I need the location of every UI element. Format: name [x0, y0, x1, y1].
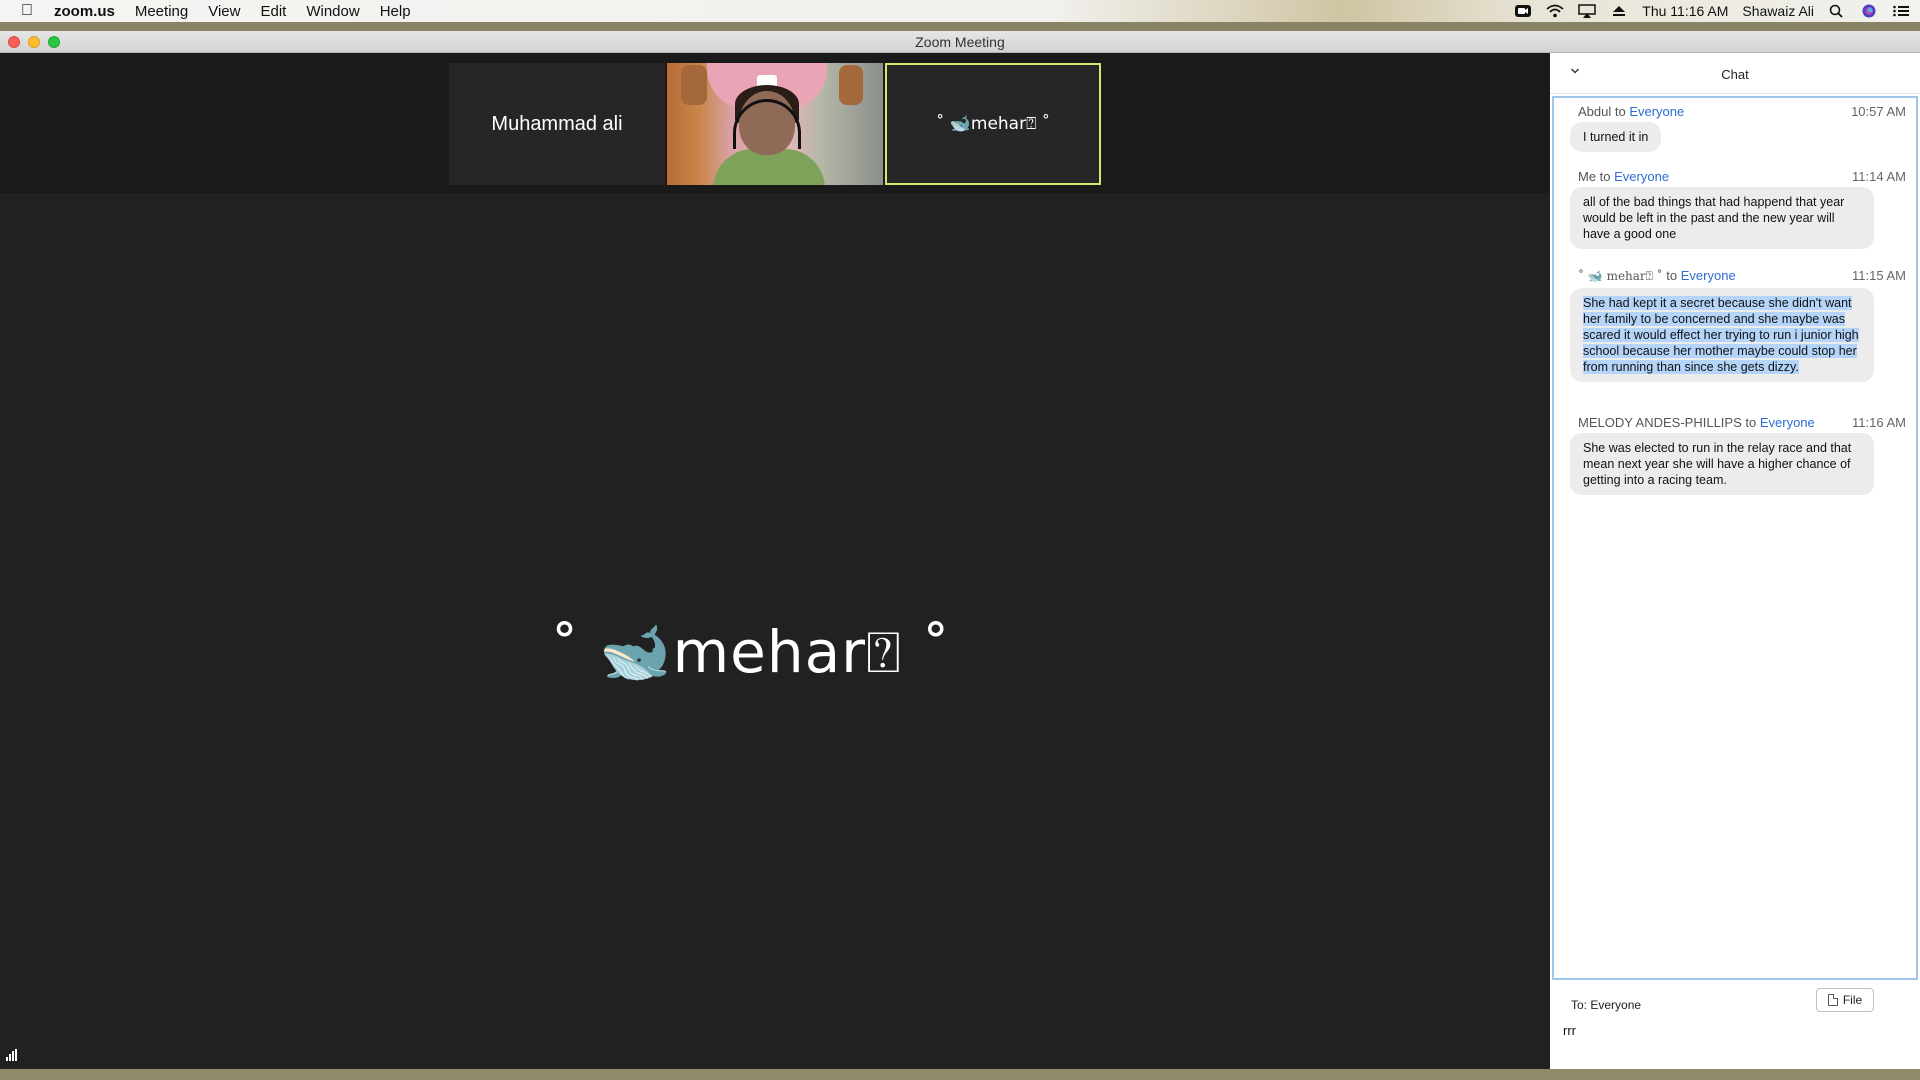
- message-to-word: to: [1741, 415, 1760, 430]
- menu-clock[interactable]: Thu 11:16 AM: [1642, 3, 1728, 19]
- message-header: Abdul to Everyone: [1578, 104, 1684, 119]
- notification-center-icon[interactable]: [1892, 4, 1910, 18]
- participant-tile-muhammad-ali[interactable]: Muhammad ali: [449, 63, 665, 185]
- chat-message: Me to Everyone 11:14 AM all of the bad t…: [1554, 169, 1916, 249]
- file-icon: [1827, 994, 1838, 1006]
- participant-name: ˚ 🐋mehar⍰ ˚: [935, 114, 1051, 134]
- message-recipient-link[interactable]: Everyone: [1681, 268, 1736, 283]
- search-icon[interactable]: [1828, 4, 1846, 18]
- close-window-button[interactable]: [8, 36, 20, 48]
- message-sender: ˚ 🐋 mehar⍰ ˚: [1578, 269, 1663, 283]
- message-recipient-link[interactable]: Everyone: [1629, 104, 1684, 119]
- maximize-window-button[interactable]: [48, 36, 60, 48]
- message-to-word: to: [1611, 104, 1630, 119]
- participant-video-feed: [667, 63, 883, 185]
- chat-message-input[interactable]: [1563, 1023, 1903, 1038]
- chat-message: Abdul to Everyone 10:57 AM I turned it i…: [1554, 104, 1916, 164]
- menu-app-name[interactable]: zoom.us: [54, 3, 125, 20]
- menu-view[interactable]: View: [198, 3, 250, 20]
- recipient-selector[interactable]: To: Everyone: [1571, 998, 1641, 1012]
- message-bubble: all of the bad things that had happend t…: [1570, 187, 1874, 249]
- thumbnail-strip: Muhammad ali ˚ 🐋mehar⍰ ˚: [0, 53, 1550, 193]
- message-header: Me to Everyone: [1578, 169, 1669, 184]
- message-recipient-link[interactable]: Everyone: [1760, 415, 1815, 430]
- message-to-word: to: [1596, 169, 1615, 184]
- active-speaker-name: ˚ 🐋mehar⍰ ˚: [550, 618, 952, 686]
- menu-meeting[interactable]: Meeting: [125, 3, 198, 20]
- message-sender: Abdul: [1578, 104, 1612, 119]
- message-sender: MELODY ANDES-PHILLIPS: [1578, 415, 1742, 430]
- selected-message-text[interactable]: She had kept it a secret because she did…: [1583, 296, 1859, 374]
- file-button-label: File: [1842, 993, 1863, 1007]
- file-button[interactable]: File: [1816, 988, 1874, 1012]
- participant-name: Muhammad ali: [491, 112, 623, 135]
- chat-message: MELODY ANDES-PHILLIPS to Everyone 11:16 …: [1554, 415, 1916, 505]
- wifi-icon[interactable]: [1546, 4, 1564, 18]
- chat-panel: Chat Abdul to Everyone 10:57 AM I turned…: [1550, 53, 1920, 1069]
- message-bubble: I turned it in: [1570, 122, 1662, 152]
- airplay-icon[interactable]: [1578, 4, 1597, 18]
- participant-tile-video[interactable]: [667, 63, 883, 185]
- message-recipient-link[interactable]: Everyone: [1614, 169, 1669, 184]
- message-header: MELODY ANDES-PHILLIPS to Everyone: [1578, 415, 1815, 430]
- message-time: 11:14 AM: [1852, 169, 1906, 184]
- menu-help[interactable]: Help: [370, 3, 421, 20]
- message-header: ˚ 🐋 mehar⍰ ˚ to Everyone: [1578, 268, 1736, 284]
- message-bubble: She was elected to run in the relay race…: [1570, 433, 1874, 495]
- chat-message-list[interactable]: Abdul to Everyone 10:57 AM I turned it i…: [1552, 96, 1918, 980]
- window-title: Zoom Meeting: [915, 33, 1005, 50]
- zoom-window: Zoom Meeting Muhammad ali ˚ 🐋mehar⍰ ˚ ˚ …: [0, 31, 1920, 1069]
- menu-bar:  zoom.us Meeting View Edit Window Help …: [0, 0, 1920, 22]
- message-time: 10:57 AM: [1851, 104, 1906, 119]
- message-time: 11:15 AM: [1852, 268, 1906, 283]
- chat-message: ˚ 🐋 mehar⍰ ˚ to Everyone 11:15 AM She ha…: [1554, 268, 1916, 403]
- message-to-word: to: [1662, 268, 1681, 283]
- message-bubble-selected: She had kept it a secret because she did…: [1570, 288, 1874, 382]
- message-time: 11:16 AM: [1852, 415, 1906, 430]
- participant-tile-mehar[interactable]: ˚ 🐋mehar⍰ ˚: [885, 63, 1101, 185]
- menu-edit[interactable]: Edit: [250, 3, 296, 20]
- message-sender: Me: [1578, 169, 1597, 184]
- chat-compose: To: Everyone File: [1550, 980, 1920, 1069]
- menu-user[interactable]: Shawaiz Ali: [1742, 3, 1814, 19]
- desktop-background: [0, 1069, 1920, 1080]
- minimize-window-button[interactable]: [28, 36, 40, 48]
- video-stage: Muhammad ali ˚ 🐋mehar⍰ ˚ ˚ 🐋mehar⍰ ˚: [0, 53, 1550, 1069]
- zoom-status-icon[interactable]: [1514, 4, 1532, 18]
- window-titlebar[interactable]: Zoom Meeting: [0, 31, 1920, 53]
- network-signal-icon[interactable]: [6, 1049, 20, 1061]
- siri-icon[interactable]: [1860, 4, 1878, 18]
- chat-title: Chat: [1721, 67, 1749, 82]
- chat-header: Chat: [1550, 53, 1920, 94]
- apple-menu-icon[interactable]: : [0, 2, 54, 20]
- menu-window[interactable]: Window: [296, 3, 369, 20]
- eject-icon[interactable]: [1610, 4, 1628, 18]
